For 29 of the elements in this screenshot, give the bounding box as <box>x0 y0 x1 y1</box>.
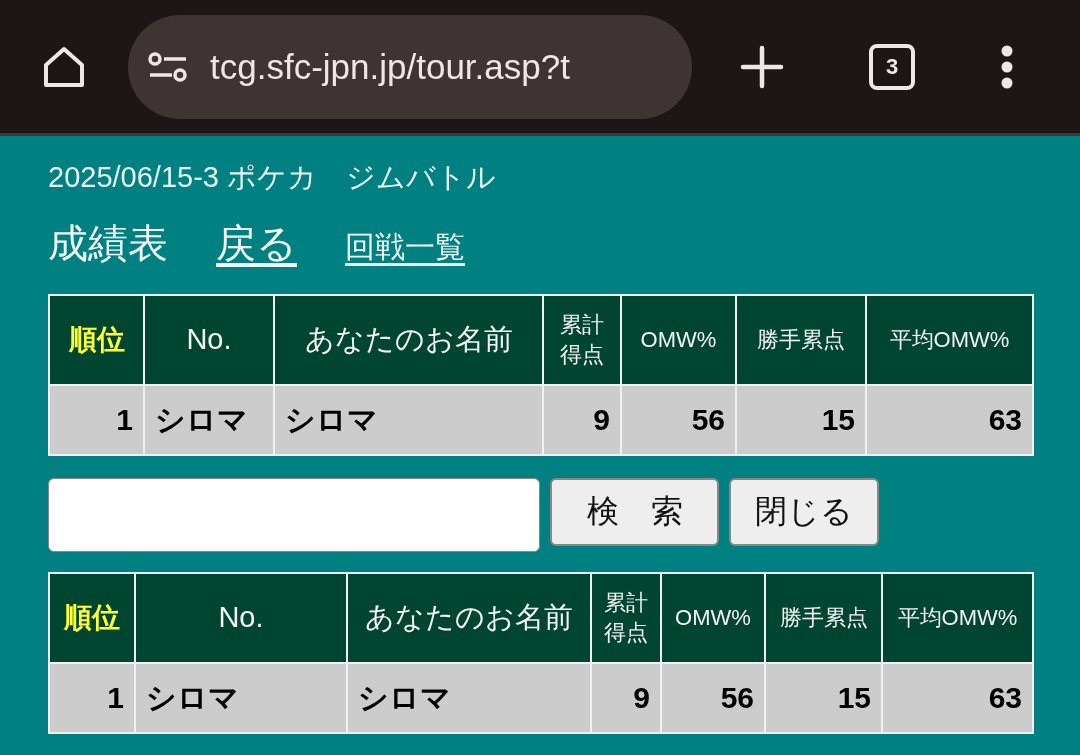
table-cell: シロマ <box>274 385 543 455</box>
url-text: tcg.sfc-jpn.jp/tour.asp?t <box>210 46 570 87</box>
event-title: 2025/06/15-3 ポケカ ジムバトル <box>48 160 497 195</box>
menu-icon[interactable] <box>1001 44 1013 89</box>
nav-link[interactable]: 戻る <box>216 216 297 271</box>
search-field[interactable] <box>48 478 540 552</box>
table-cell: 9 <box>543 385 621 455</box>
site-settings-icon[interactable] <box>148 51 188 82</box>
table-cell: 56 <box>621 385 736 455</box>
table-cell: 63 <box>882 663 1033 733</box>
plus-icon[interactable] <box>740 44 784 89</box>
table-cell: 63 <box>866 385 1033 455</box>
table-cell: シロマ <box>347 663 591 733</box>
column-header: 順位 <box>49 573 135 663</box>
search-button[interactable]: 検 索 <box>550 478 719 546</box>
column-header: 順位 <box>49 295 144 385</box>
tab-count[interactable]: 3 <box>869 43 915 90</box>
page-heading: 成績表 <box>48 219 168 268</box>
nav-link[interactable]: 回戦一覧 <box>345 227 465 268</box>
table-cell: 56 <box>661 663 765 733</box>
search-button[interactable]: 閉じる <box>729 478 879 546</box>
table-cell: 9 <box>591 663 661 733</box>
table-cell: 1 <box>49 385 144 455</box>
table-cell: シロマ <box>135 663 347 733</box>
table-cell: 1 <box>49 663 135 733</box>
table-cell: 15 <box>765 663 882 733</box>
address-bar[interactable]: tcg.sfc-jpn.jp/tour.asp?t <box>128 14 692 119</box>
table-cell: 15 <box>736 385 866 455</box>
table-cell: シロマ <box>144 385 274 455</box>
